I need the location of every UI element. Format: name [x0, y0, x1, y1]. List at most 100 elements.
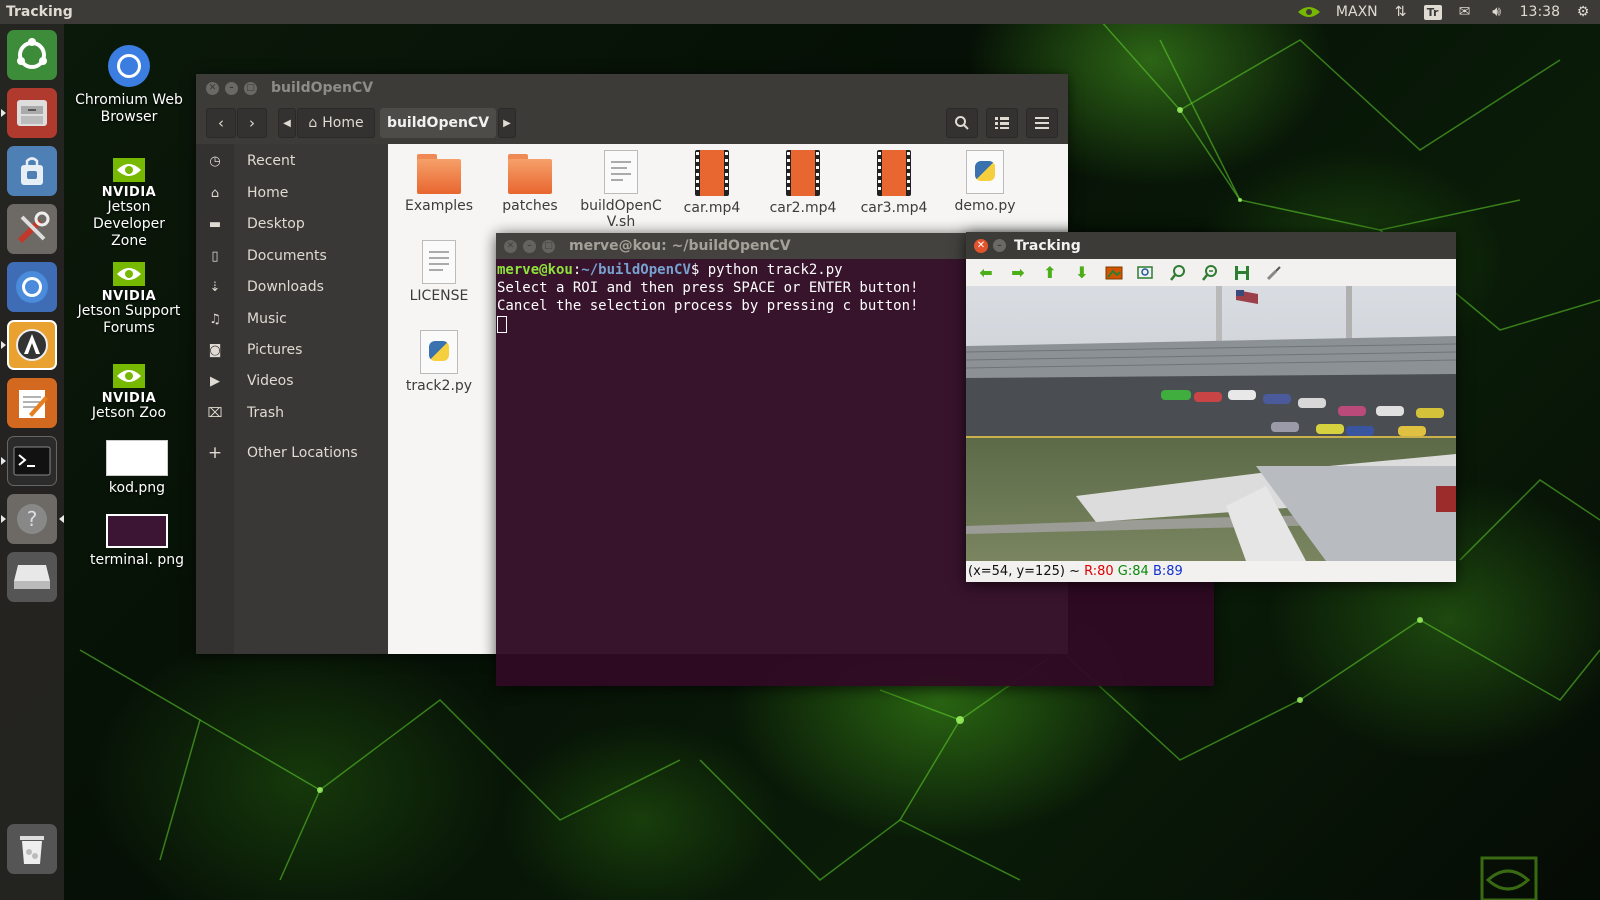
script-file-icon [604, 150, 638, 194]
sidebar-item-other-locations[interactable]: + Other Locations [196, 438, 388, 468]
launcher-focus-indicator [59, 515, 64, 523]
sidebar-item-label: Documents [247, 248, 327, 264]
zoom-out-icon[interactable] [1198, 262, 1222, 284]
volume-icon[interactable]: 🔊︎ [1488, 3, 1506, 21]
text-editor-icon [19, 390, 48, 418]
desktop-icon-kod-png[interactable]: kod.png [82, 440, 192, 497]
properties-brush-icon[interactable] [1262, 262, 1286, 284]
arrow-right-icon[interactable]: ➡ [1006, 262, 1030, 284]
zoom-in-icon[interactable] [1166, 262, 1190, 284]
sidebar-item-videos[interactable]: ▶ Videos [196, 366, 388, 396]
launcher-running-indicator [1, 109, 6, 117]
forward-button[interactable]: › [237, 108, 267, 138]
file-item-track2-py[interactable]: track2.py [396, 330, 482, 394]
tracking-titlebar[interactable]: ✕ – Tracking [966, 232, 1456, 259]
file-item-car-mp4[interactable]: car.mp4 [669, 150, 755, 216]
file-item-demo-py[interactable]: demo.py [942, 150, 1028, 214]
launcher-system-settings[interactable] [7, 204, 57, 254]
arrow-down-icon[interactable]: ⬇ [1070, 262, 1094, 284]
nvidia-icon[interactable] [1296, 3, 1322, 21]
launcher-text-editor[interactable] [7, 378, 57, 428]
file-item-buildopencv-sh[interactable]: buildOpenC V.sh [578, 150, 664, 230]
file-item-label: car2.mp4 [769, 200, 837, 216]
window-title: merve@kou: ~/buildOpenCV [569, 238, 791, 254]
minimize-icon[interactable]: – [523, 239, 536, 253]
power-mode-label[interactable]: MAXN [1336, 4, 1378, 20]
launcher-help[interactable]: ? [7, 494, 57, 544]
desktop-icon-jetson-support-forums[interactable]: NVIDIA Jetson Support Forums [74, 262, 184, 337]
close-icon[interactable]: ✕ [504, 239, 517, 253]
desktop-icon-jetson-zoo[interactable]: NVIDIA Jetson Zoo [74, 364, 184, 422]
desktop-icon-label: Jetson Developer Zone [92, 199, 165, 249]
trash-icon: ⌧ [207, 405, 223, 421]
top-panel: Tracking MAXN ⇅ Tr ✉ 🔊︎ 13:38 ⚙ [0, 0, 1600, 24]
file-manager-titlebar[interactable]: ✕ – □ buildOpenCV [196, 74, 1068, 102]
settings-tools-icon [17, 211, 50, 244]
desktop-icon-terminal-png[interactable]: terminal. png [82, 514, 192, 569]
file-item-license[interactable]: LICENSE [396, 240, 482, 304]
mail-icon[interactable]: ✉ [1456, 3, 1474, 21]
launcher-terminal[interactable] [7, 436, 57, 486]
sidebar-item-home[interactable]: ⌂ Home [196, 178, 388, 208]
save-icon[interactable] [1230, 262, 1254, 284]
launcher-files[interactable] [7, 88, 57, 138]
network-arrows-icon[interactable]: ⇅ [1392, 3, 1410, 21]
launcher-trash[interactable] [7, 824, 57, 874]
video-file-icon [695, 150, 729, 196]
sidebar-item-music[interactable]: ♫ Music [196, 304, 388, 334]
arrow-left-icon[interactable]: ⬅ [974, 262, 998, 284]
video-file-icon [786, 150, 820, 196]
keyboard-layout-indicator[interactable]: Tr [1423, 3, 1442, 21]
launcher-ubuntu-dash[interactable] [7, 30, 57, 80]
maximize-icon[interactable]: □ [244, 81, 257, 95]
close-icon[interactable]: ✕ [974, 238, 988, 253]
arrow-up-icon[interactable]: ⬆ [1038, 262, 1062, 284]
clock[interactable]: 13:38 [1520, 4, 1560, 20]
launcher-software-center[interactable] [7, 146, 57, 196]
view-list-icon[interactable] [986, 108, 1018, 138]
file-item-car3-mp4[interactable]: car3.mp4 [851, 150, 937, 216]
breadcrumb-home-label: Home [322, 115, 364, 131]
video-frame[interactable] [966, 286, 1456, 561]
launcher-running-indicator [1, 515, 6, 523]
breadcrumb-home[interactable]: ⌂ Home [297, 108, 375, 138]
keyboard-layout-label: Tr [1423, 4, 1442, 20]
image-icon[interactable] [1102, 262, 1126, 284]
file-manager-toolbar: ‹ › ◀ ⌂ Home buildOpenCV ▶ [196, 102, 1068, 144]
minimize-icon[interactable]: – [225, 81, 238, 95]
zoom-fit-icon[interactable] [1134, 262, 1158, 284]
file-manager-sidebar: ◷ Recent ⌂ Home ▬ Desktop ▯ Documents ⇣ Downl… [196, 144, 388, 654]
gear-icon[interactable]: ⚙ [1574, 3, 1592, 21]
sidebar-item-recent[interactable]: ◷ Recent [196, 146, 388, 176]
back-button[interactable]: ‹ [206, 108, 236, 138]
launcher-software-updater[interactable] [7, 320, 57, 370]
close-icon[interactable]: ✕ [206, 81, 219, 95]
folder-icon [508, 154, 552, 194]
folder-icon: ▬ [208, 216, 222, 232]
clock-icon: ◷ [209, 153, 221, 169]
file-item-label: demo.py [954, 198, 1016, 214]
launcher-chromium[interactable] [7, 262, 57, 312]
desktop-icon-chromium[interactable]: Chromium Web Browser [74, 44, 184, 126]
search-icon[interactable] [946, 108, 978, 138]
menu-icon[interactable] [1026, 108, 1058, 138]
desktop-icon-jetson-developer-zone[interactable]: NVIDIA Jetson Developer Zone [74, 158, 184, 250]
file-item-examples[interactable]: Examples [396, 154, 482, 214]
breadcrumb-right-arrow[interactable]: ▶ [498, 108, 516, 138]
sidebar-item-desktop[interactable]: ▬ Desktop [196, 209, 388, 239]
file-item-car2-mp4[interactable]: car2.mp4 [760, 150, 846, 216]
download-icon: ⇣ [209, 279, 221, 295]
sidebar-item-trash[interactable]: ⌧ Trash [196, 398, 388, 428]
file-item-patches[interactable]: patches [487, 154, 573, 214]
minimize-icon[interactable]: – [993, 239, 1006, 252]
sidebar-item-downloads[interactable]: ⇣ Downloads [196, 272, 388, 302]
launcher-drive[interactable] [7, 552, 57, 602]
cursor-coordinates: (x=54, y=125) ~ [968, 564, 1085, 579]
maximize-icon[interactable]: □ [542, 239, 555, 253]
chromium-icon [107, 44, 151, 88]
sidebar-item-documents[interactable]: ▯ Documents [196, 241, 388, 271]
launcher-running-indicator [1, 457, 6, 465]
breadcrumb-left-arrow[interactable]: ◀ [278, 108, 296, 138]
breadcrumb-current[interactable]: buildOpenCV [380, 108, 496, 138]
sidebar-item-pictures[interactable]: ◙ Pictures [196, 335, 388, 365]
